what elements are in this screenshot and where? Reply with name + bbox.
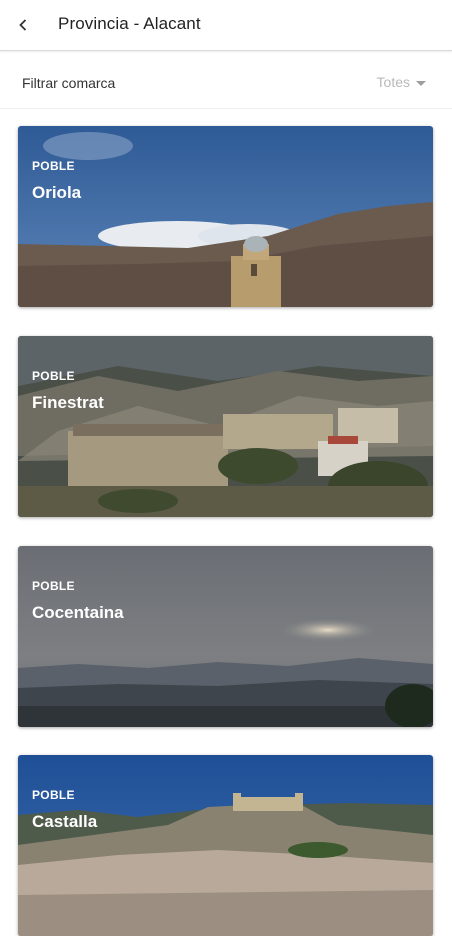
card-type: POBLE: [32, 788, 75, 802]
town-card-oriola[interactable]: POBLE Oriola: [18, 126, 433, 307]
card-type: POBLE: [32, 579, 75, 593]
comarca-dropdown-value: Totes: [376, 74, 410, 90]
chevron-left-icon: [19, 19, 27, 31]
town-photo: [18, 546, 433, 727]
town-card-castalla[interactable]: POBLE Castalla: [18, 755, 433, 936]
card-name: Cocentaina: [32, 603, 124, 622]
card-name: Castalla: [32, 812, 98, 831]
card-name: Oriola: [32, 183, 82, 202]
card-name: Finestrat: [32, 393, 104, 412]
page-title: Provincia - Alacant: [58, 14, 201, 33]
card-type: POBLE: [32, 369, 75, 383]
filter-label: Filtrar comarca: [22, 75, 116, 91]
back-button[interactable]: [8, 10, 38, 40]
town-card-finestrat[interactable]: POBLE Finestrat: [18, 336, 433, 517]
card-type: POBLE: [32, 159, 75, 173]
town-photo: [18, 336, 433, 517]
town-card-cocentaina[interactable]: POBLE Cocentaina: [18, 546, 433, 727]
app-bar: Provincia - Alacant: [0, 0, 452, 51]
town-photo: [18, 126, 433, 307]
comarca-dropdown[interactable]: Totes: [377, 74, 426, 90]
comarca-filter-row: Filtrar comarca Totes: [0, 52, 452, 109]
town-photo: [18, 755, 433, 936]
caret-down-icon: [416, 80, 426, 86]
